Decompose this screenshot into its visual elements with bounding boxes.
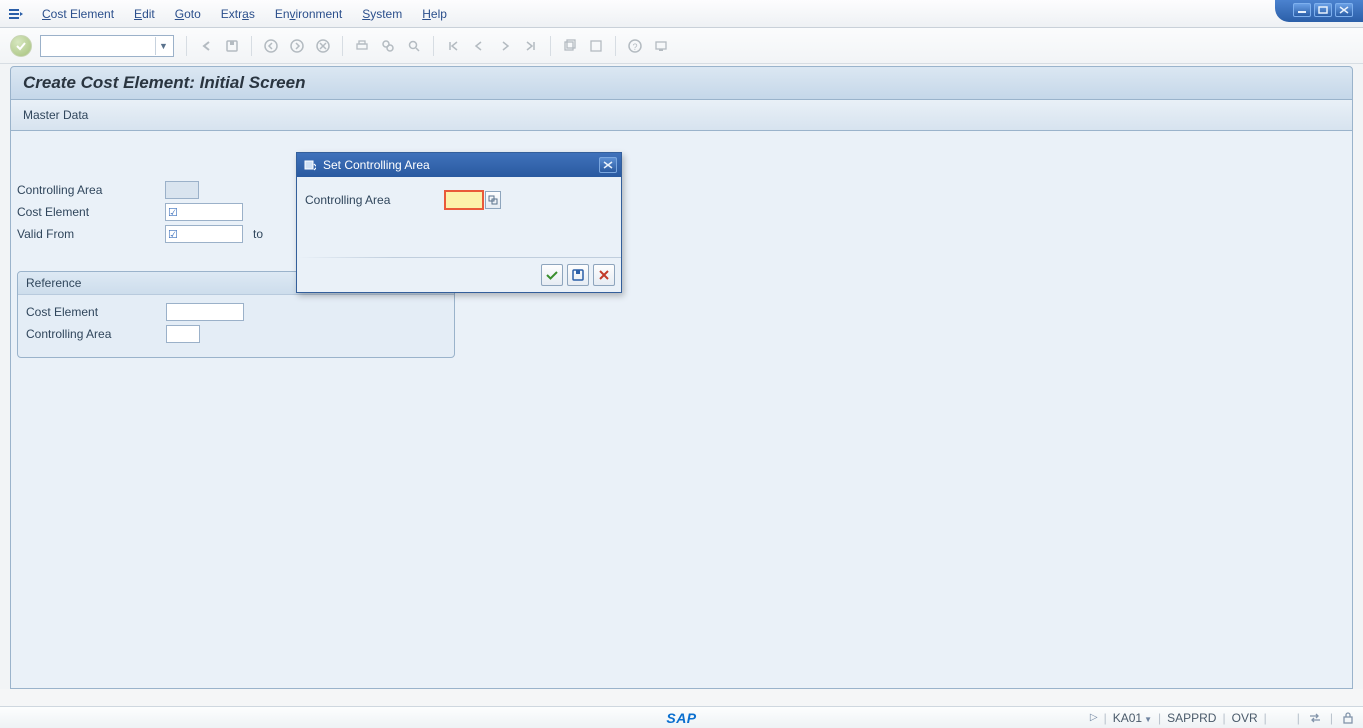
ref-cost-element-input[interactable] (166, 303, 244, 321)
menu-system[interactable]: System (362, 7, 402, 21)
toolbar-divider (186, 36, 187, 56)
menu-goto[interactable]: Goto (175, 7, 201, 21)
ref-controlling-area-input[interactable] (166, 325, 200, 343)
standard-toolbar: ▼ ? (0, 28, 1363, 64)
dlg-controlling-area-input[interactable] (445, 191, 483, 209)
page-title: Create Cost Element: Initial Screen (10, 66, 1353, 100)
toolbar-divider (342, 36, 343, 56)
cost-element-label: Cost Element (17, 205, 165, 219)
customize-layout-icon[interactable] (650, 35, 672, 57)
application-toolbar: Master Data (10, 100, 1353, 131)
create-shortcut-icon[interactable] (585, 35, 607, 57)
close-button[interactable] (1335, 3, 1353, 17)
status-system: SAPPRD (1167, 711, 1216, 725)
menu-cost-element[interactable]: Cost Element (42, 7, 114, 21)
menu-extras[interactable]: Extras (221, 7, 255, 21)
first-page-icon[interactable] (442, 35, 464, 57)
menu-bar: Cost Element Edit Goto Extras Environmen… (0, 0, 1363, 28)
command-field-dropdown-icon[interactable]: ▼ (155, 37, 171, 55)
to-label: to (253, 227, 263, 241)
status-insert-mode[interactable]: OVR (1232, 711, 1258, 725)
status-tcode[interactable]: KA01▼ (1113, 711, 1152, 725)
prev-page-icon[interactable] (468, 35, 490, 57)
print-icon[interactable] (351, 35, 373, 57)
sap-logo: SAP (666, 710, 696, 726)
status-bar: SAP ▷ | KA01▼ | SAPPRD | OVR | | | (0, 706, 1363, 728)
toolbar-divider (251, 36, 252, 56)
status-nav-icon[interactable]: ▷ (1090, 712, 1098, 723)
menu-edit[interactable]: Edit (134, 7, 155, 21)
back-nav-icon[interactable] (260, 35, 282, 57)
toolbar-divider (433, 36, 434, 56)
cost-element-input[interactable]: ☑ (165, 203, 243, 221)
set-controlling-area-dialog: Set Controlling Area Controlling Area (296, 152, 622, 293)
svg-text:?: ? (632, 42, 637, 52)
valid-from-label: Valid From (17, 227, 165, 241)
enter-button[interactable] (10, 35, 32, 57)
find-icon[interactable] (377, 35, 399, 57)
menu-help[interactable]: Help (422, 7, 447, 21)
f4-help-button[interactable] (485, 191, 501, 209)
menu-environment[interactable]: Environment (275, 7, 342, 21)
dialog-system-icon (303, 158, 317, 172)
exit-icon[interactable] (286, 35, 308, 57)
toolbar-divider (550, 36, 551, 56)
dialog-continue-button[interactable] (541, 264, 563, 286)
master-data-button[interactable]: Master Data (23, 108, 88, 122)
help-icon[interactable]: ? (624, 35, 646, 57)
next-page-icon[interactable] (494, 35, 516, 57)
last-page-icon[interactable] (520, 35, 542, 57)
find-next-icon[interactable] (403, 35, 425, 57)
dialog-cancel-button[interactable] (593, 264, 615, 286)
work-area: Controlling Area Cost Element ☑ Valid Fr… (10, 131, 1353, 689)
status-lock-icon[interactable] (1339, 710, 1357, 726)
dlg-controlling-area-label: Controlling Area (305, 193, 445, 207)
cancel-icon[interactable] (312, 35, 334, 57)
back-icon[interactable] (195, 35, 217, 57)
status-swap-icon[interactable] (1306, 710, 1324, 726)
ref-controlling-area-label: Controlling Area (26, 327, 166, 341)
minimize-button[interactable] (1293, 3, 1311, 17)
toolbar-divider (615, 36, 616, 56)
dialog-title-text: Set Controlling Area (323, 158, 430, 172)
valid-from-input[interactable]: ☑ (165, 225, 243, 243)
command-field[interactable]: ▼ (40, 35, 174, 57)
maximize-button[interactable] (1314, 3, 1332, 17)
new-session-icon[interactable] (559, 35, 581, 57)
controlling-area-display (165, 181, 199, 199)
required-icon: ☑ (168, 206, 178, 219)
required-icon: ☑ (168, 228, 178, 241)
dialog-title-bar[interactable]: Set Controlling Area (297, 153, 621, 177)
window-controls (1275, 0, 1363, 22)
save-icon[interactable] (221, 35, 243, 57)
system-menu-icon[interactable] (6, 5, 24, 23)
dialog-save-button[interactable] (567, 264, 589, 286)
controlling-area-label: Controlling Area (17, 183, 165, 197)
dialog-close-button[interactable] (599, 157, 617, 173)
ref-cost-element-label: Cost Element (26, 305, 166, 319)
